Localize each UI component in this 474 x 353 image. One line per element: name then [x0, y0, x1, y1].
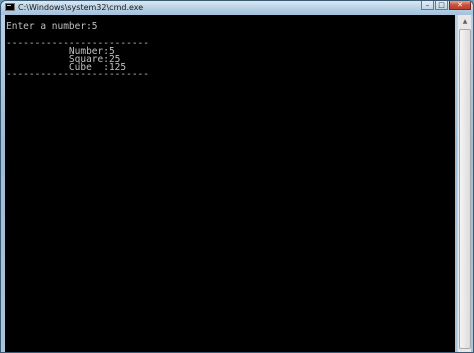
scroll-up-icon[interactable]: ▲	[459, 16, 471, 28]
console-output[interactable]: Enter a number:5 -----------------------…	[5, 15, 455, 352]
cmd-window: C:\Windows\system32\cmd.exe – □ ✕ Enter …	[0, 0, 474, 353]
vertical-scrollbar[interactable]: ▲	[457, 15, 471, 352]
minimize-button[interactable]: –	[421, 1, 434, 10]
separator-line-bottom: -------------------------	[6, 69, 149, 80]
maximize-button[interactable]: □	[435, 1, 448, 10]
cmd-app-icon[interactable]	[5, 3, 15, 11]
scrollbar-thumb[interactable]	[459, 29, 471, 349]
window-title: C:\Windows\system32\cmd.exe	[18, 3, 144, 12]
prompt-line: Enter a number:5	[6, 21, 98, 32]
window-controls: – □ ✕	[420, 1, 471, 11]
close-button[interactable]: ✕	[449, 1, 471, 10]
title-bar[interactable]: C:\Windows\system32\cmd.exe – □ ✕	[1, 1, 473, 15]
